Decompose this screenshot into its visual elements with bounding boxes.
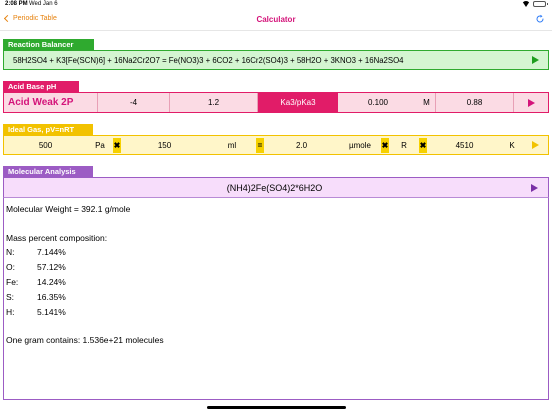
reaction-balancer-tab: Reaction Balancer [3, 39, 94, 50]
acid-value2-field[interactable]: 1.2 [170, 93, 258, 112]
gas-temperature-field[interactable]: 4510 [427, 136, 502, 154]
status-date: Wed Jan 6 [29, 1, 58, 7]
element-symbol: Fe: [6, 277, 19, 287]
gas-pressure-unit[interactable]: Pa [87, 136, 113, 154]
molecules-count-text: One gram contains: 1.536e+21 molecules [6, 335, 164, 345]
acid-base-tab: Acid Base pH [3, 81, 79, 92]
multiply-operator[interactable]: ✖ [381, 137, 389, 153]
element-percent: 57.12% [37, 262, 66, 272]
back-button[interactable]: Periodic Table [3, 14, 57, 23]
element-symbol: N: [6, 247, 15, 257]
acid-run-icon[interactable] [527, 98, 535, 107]
gas-run-icon[interactable] [531, 141, 539, 149]
element-percent: 7.144% [37, 247, 66, 257]
acid-type-selector[interactable]: Acid Weak 2P [4, 93, 98, 112]
acid-mode-selector[interactable]: Ka3/pKa3 [258, 93, 338, 112]
multiply-operator[interactable]: ✖ [419, 137, 427, 153]
molecular-analysis-row: (NH4)2Fe(SO4)2*6H2O [3, 177, 549, 197]
acid-base-row: Acid Weak 2P -4 1.2 Ka3/pKa3 0.100 M 0.8… [3, 92, 549, 113]
status-icons [522, 1, 548, 7]
equals-operator[interactable]: = [256, 137, 264, 153]
chevron-left-icon [3, 14, 12, 23]
ideal-gas-tab: Ideal Gas, pV=nRT [3, 124, 93, 135]
reaction-balancer-row: 58H2SO4 + K3[Fe(SCN)6] + 16Na2Cr2O7 = Fe… [3, 50, 549, 70]
gas-temperature-unit[interactable]: K [502, 136, 522, 154]
reaction-run-icon[interactable] [532, 56, 539, 64]
page-title: Calculator [256, 15, 296, 24]
wifi-icon [522, 1, 530, 7]
battery-icon [533, 1, 548, 7]
acid-concentration-field[interactable]: 0.100 [338, 93, 418, 112]
ideal-gas-row: 500 Pa ✖ 150 ml = 2.0 µmole ✖ R ✖ 4510 K [3, 135, 549, 155]
element-symbol: O: [6, 262, 15, 272]
composition-heading: Mass percent composition: [6, 233, 108, 243]
home-indicator[interactable] [207, 406, 346, 409]
gas-volume-unit[interactable]: ml [208, 136, 256, 154]
back-button-label: Periodic Table [13, 15, 57, 22]
element-percent: 14.24% [37, 277, 66, 287]
element-percent: 16.35% [37, 292, 66, 302]
molecular-analysis-tab: Molecular Analysis [3, 166, 93, 177]
gas-pressure-field[interactable]: 500 [4, 136, 87, 154]
element-symbol: H: [6, 307, 15, 317]
molecular-formula-input[interactable]: (NH4)2Fe(SO4)2*6H2O [4, 183, 531, 193]
gas-volume-field[interactable]: 150 [121, 136, 208, 154]
acid-result-field[interactable]: 0.88 [436, 93, 514, 112]
element-symbol: S: [6, 292, 15, 302]
acid-value1-field[interactable]: -4 [98, 93, 170, 112]
multiply-operator[interactable]: ✖ [113, 137, 121, 153]
gas-amount-field[interactable]: 2.0 [264, 136, 339, 154]
gas-amount-unit[interactable]: µmole [339, 136, 381, 154]
molecular-results-panel: Molecular Weight = 392.1 g/mole Mass per… [3, 197, 549, 400]
refresh-icon[interactable] [535, 14, 545, 24]
acid-unit-selector[interactable]: M [418, 93, 436, 112]
status-time: 2:08 PM [5, 1, 28, 7]
status-bar: 2:08 PM Wed Jan 6 [0, 0, 552, 9]
navigation-bar: Periodic Table Calculator [0, 9, 552, 31]
molecular-weight-text: Molecular Weight = 392.1 g/mole [6, 204, 131, 214]
molecular-run-icon[interactable] [531, 183, 538, 192]
reaction-equation[interactable]: 58H2SO4 + K3[Fe(SCN)6] + 16Na2Cr2O7 = Fe… [4, 56, 532, 65]
element-percent: 5.141% [37, 307, 66, 317]
gas-constant-label: R [401, 140, 407, 150]
